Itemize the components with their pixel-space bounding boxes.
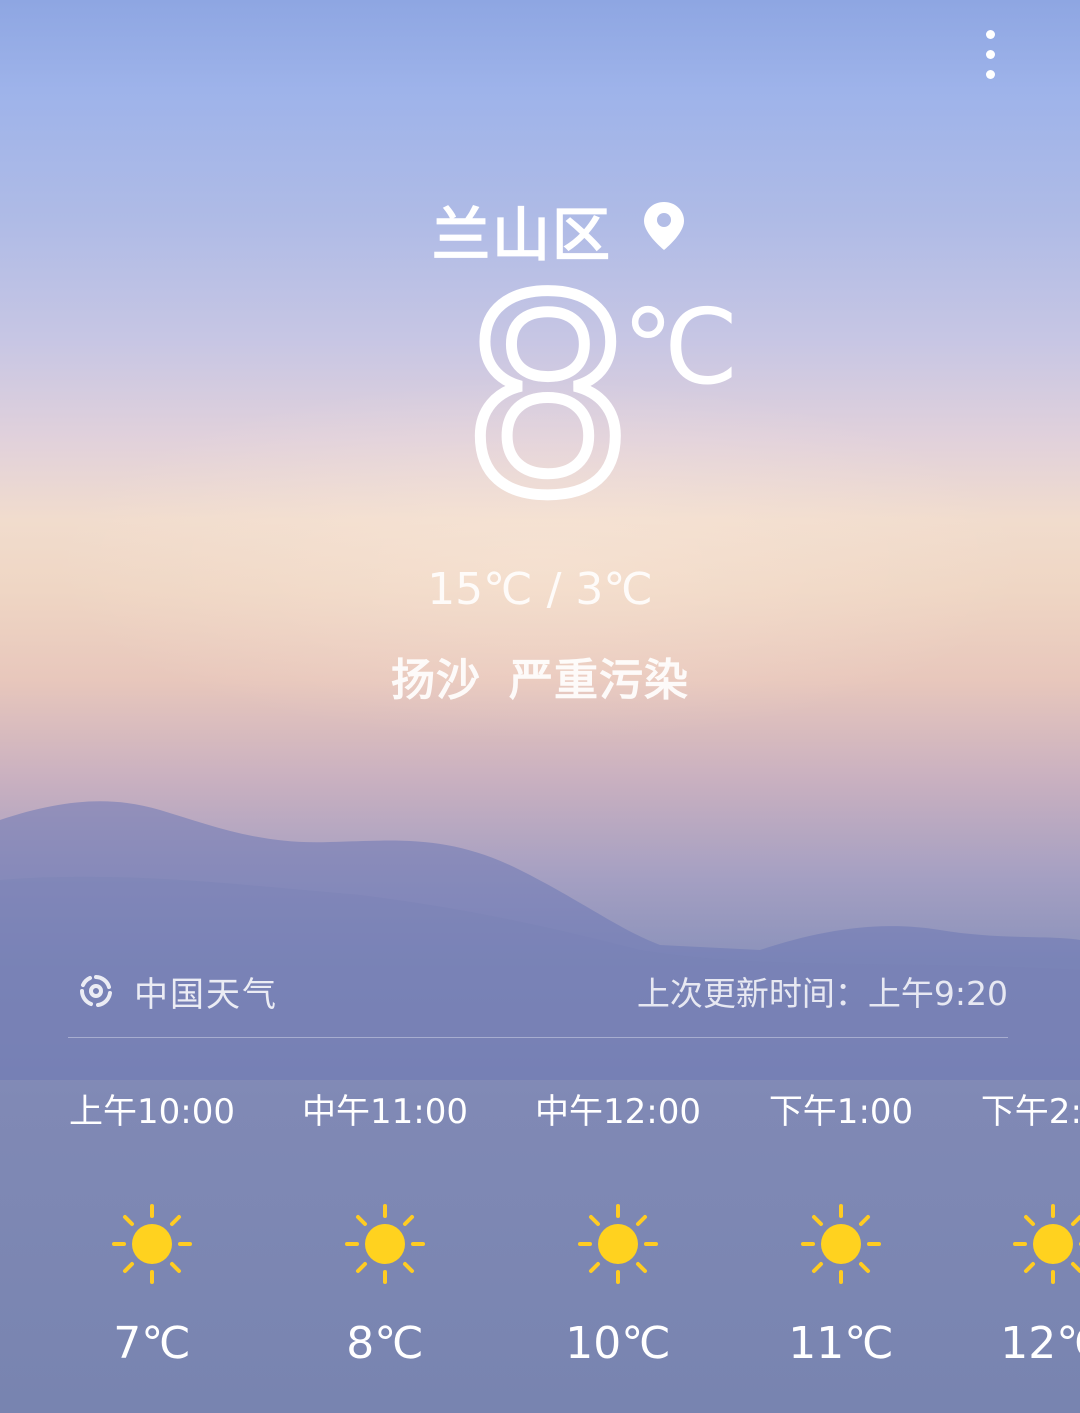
- hourly-item: 下午1:00 11℃: [726, 1080, 956, 1380]
- air-quality: 严重污染: [509, 655, 689, 706]
- high-low-temperature: 15℃ / 3℃: [427, 564, 653, 615]
- hourly-temperature: 7℃: [113, 1318, 191, 1369]
- hourly-forecast[interactable]: 上午10:00 7℃ 中午11:00 8℃ 中午12:00 10℃ 下午1:00…: [0, 1080, 1080, 1390]
- temperature-unit: ℃: [622, 286, 739, 408]
- last-update-time: 上午9:20: [867, 974, 1008, 1013]
- hourly-temperature: 8℃: [346, 1318, 424, 1369]
- hourly-item: 下午2:00 12℃: [938, 1080, 1080, 1380]
- last-update: 上次更新时间： 上午9:20: [637, 966, 1008, 1016]
- weather-condition: 扬沙: [391, 655, 481, 706]
- more-vertical-icon: [985, 49, 995, 59]
- sun-icon: [112, 1204, 192, 1284]
- hourly-item: 中午11:00 8℃: [270, 1080, 500, 1380]
- hourly-time: 中午12:00: [535, 1092, 701, 1132]
- hourly-temperature: 12℃: [1000, 1318, 1080, 1369]
- hourly-time: 下午2:00: [980, 1092, 1080, 1132]
- more-vertical-icon: [985, 69, 995, 79]
- current-temperature-value: 8: [457, 240, 640, 555]
- hourly-item: 上午10:00 7℃: [37, 1080, 267, 1380]
- current-temperature: 8: [457, 257, 640, 538]
- weather-condition-row: 扬沙 严重污染: [0, 652, 1080, 710]
- hourly-time: 中午11:00: [302, 1092, 468, 1132]
- more-vertical-icon: [985, 29, 995, 39]
- weather-screen: 兰山区 8 ℃ 15℃ / 3℃ 扬沙 严重污染 中国天气 上次更新时间： 上午9:…: [0, 0, 1080, 1413]
- last-update-label: 上次更新时间：: [636, 974, 868, 1013]
- sun-icon: [578, 1204, 658, 1284]
- data-source[interactable]: 中国天气: [76, 966, 278, 1016]
- hourly-time: 上午10:00: [69, 1092, 235, 1132]
- sun-icon: [1013, 1204, 1080, 1284]
- hourly-time: 下午1:00: [768, 1092, 914, 1132]
- hourly-temperature: 11℃: [788, 1318, 894, 1369]
- divider: [68, 1037, 1008, 1038]
- sun-icon: [345, 1204, 425, 1284]
- more-menu-button[interactable]: [968, 16, 1012, 92]
- location-pin-icon: [644, 202, 684, 250]
- sun-icon: [801, 1204, 881, 1284]
- hourly-item: 中午12:00 10℃: [503, 1080, 733, 1380]
- mountain-silhouette: [0, 801, 1080, 1080]
- china-weather-logo-icon: [80, 975, 112, 1007]
- data-source-name: 中国天气: [134, 974, 278, 1015]
- hourly-temperature: 10℃: [565, 1318, 671, 1369]
